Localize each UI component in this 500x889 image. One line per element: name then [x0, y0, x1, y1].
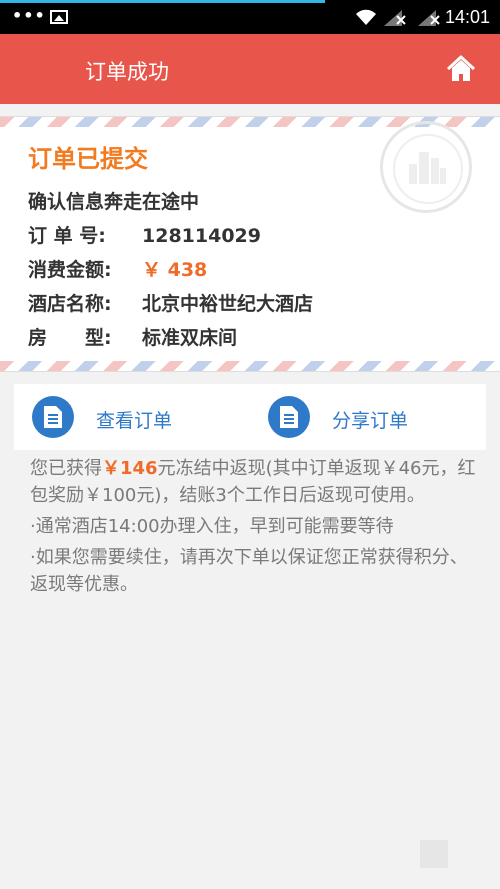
extend-stay-note: ·如果您需要续住，请再次下单以保证您正常获得积分、返现等优惠。 — [30, 547, 468, 595]
share-order-label: 分享订单 — [332, 410, 409, 432]
room-type-row: 房 型: 标准双床间 — [28, 323, 237, 350]
more-dots-icon: ••• — [12, 6, 46, 25]
action-bar: 查看订单 分享订单 — [14, 384, 486, 450]
room-type-label: 房 型: — [28, 327, 112, 349]
status-line: 确认信息奔走在途中 — [28, 191, 200, 213]
order-card: 订单已提交 确认信息奔走在途中 订 单 号: 128114029 消费金额: ￥ 4… — [0, 116, 500, 372]
signal-icon — [384, 10, 406, 26]
info-text: 您已获得￥146元冻结中返现(其中订单返现￥46元，红包奖励￥100元)，结账3… — [30, 455, 476, 598]
hotel-name-row: 酒店名称: 北京中裕世纪大酒店 — [28, 289, 313, 316]
document-icon — [32, 396, 74, 438]
checkin-note: ·通常酒店14:00办理入住，早到可能需要等待 — [30, 516, 394, 537]
hotel-name-value: 北京中裕世纪大酒店 — [142, 293, 314, 315]
signal-icon — [418, 10, 440, 26]
image-icon — [50, 10, 68, 24]
building-icon — [409, 152, 446, 184]
amount-label: 消费金额: — [28, 259, 112, 281]
view-order-label: 查看订单 — [96, 410, 173, 432]
room-type-value: 标准双床间 — [142, 327, 238, 349]
home-icon[interactable] — [446, 54, 476, 84]
cashback-amount: ￥146 — [102, 458, 158, 479]
order-number-row: 订 单 号: 128114029 — [28, 221, 261, 248]
order-submitted-heading: 订单已提交 — [28, 145, 148, 173]
page-title: 订单成功 — [85, 60, 169, 84]
hotel-stamp — [380, 121, 472, 213]
order-number-value: 128114029 — [142, 225, 261, 247]
floating-button[interactable] — [420, 840, 448, 868]
cashback-prefix: 您已获得 — [30, 458, 102, 479]
amount-value: ￥ 438 — [142, 259, 208, 281]
title-bar: 订单成功 — [0, 34, 500, 104]
hotel-name-label: 酒店名称: — [28, 293, 112, 315]
view-order-button[interactable]: 查看订单 — [32, 394, 212, 440]
envelope-stripe — [0, 361, 500, 371]
share-order-button[interactable]: 分享订单 — [268, 394, 458, 440]
order-number-label: 订 单 号: — [28, 225, 106, 247]
wifi-icon — [356, 9, 376, 25]
clock: 14:01 — [444, 7, 490, 27]
document-icon — [268, 396, 310, 438]
progress-line — [0, 0, 325, 3]
cashback-note: 您已获得￥146元冻结中返现(其中订单返现￥46元，红包奖励￥100元)，结账3… — [30, 455, 476, 509]
amount-row: 消费金额: ￥ 438 — [28, 255, 207, 282]
status-bar: ••• 14:01 — [0, 0, 500, 34]
